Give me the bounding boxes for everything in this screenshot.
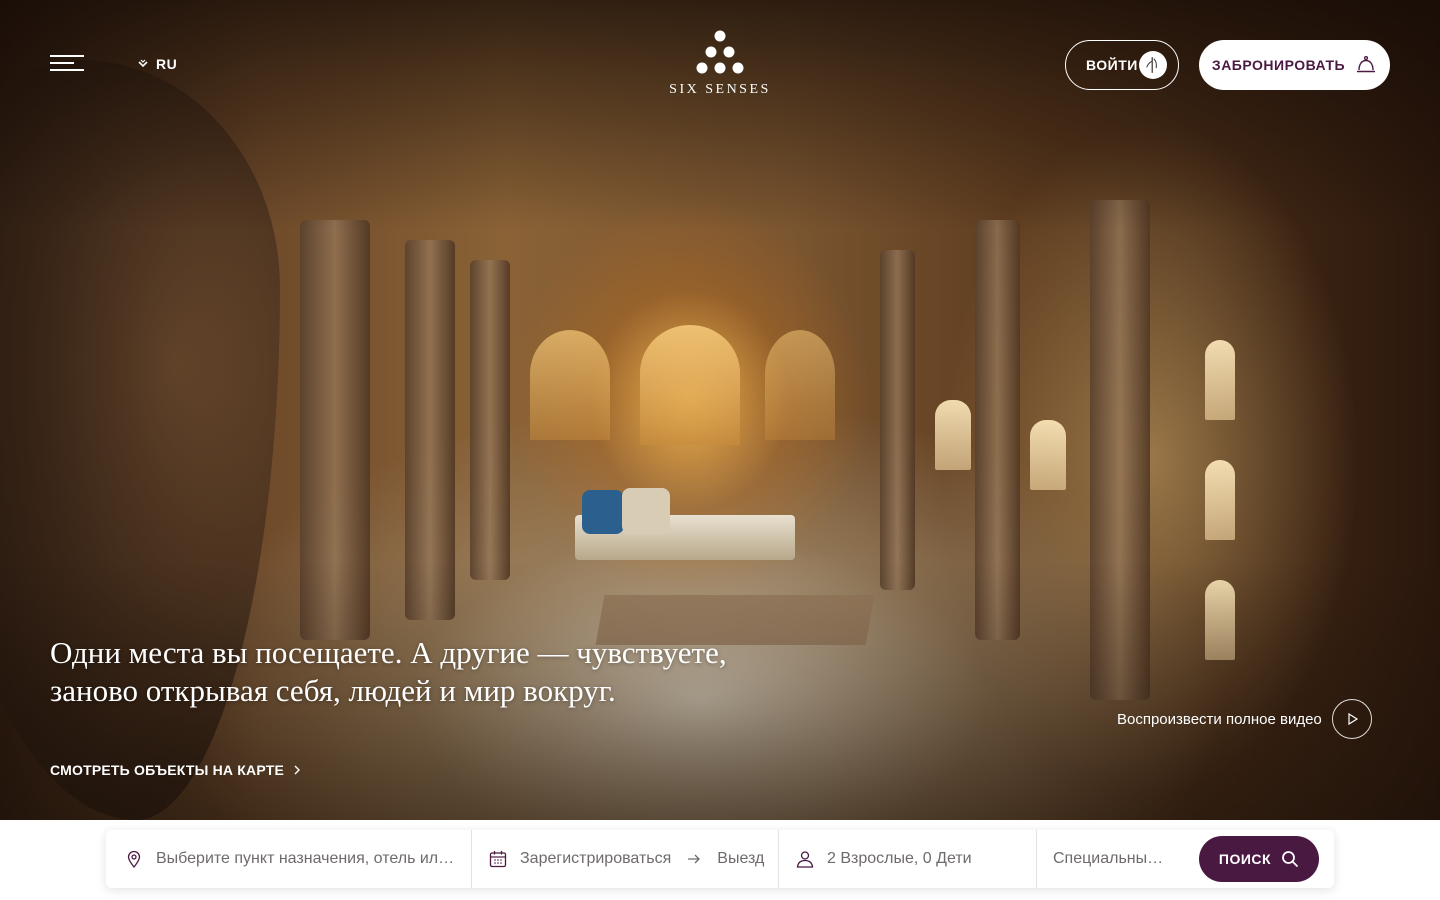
play-video-link[interactable]: Воспроизвести полное видео [1117,699,1372,739]
checkin-label: Зарегистрироваться [520,850,672,867]
special-rates-label: Специальны… [1053,850,1164,867]
hero-window [1205,460,1235,540]
play-button[interactable] [1331,699,1372,739]
hero-arch-light [530,330,610,440]
menu-icon[interactable] [50,52,84,74]
bamboo-icon [1139,51,1167,79]
hero-window [1030,420,1066,490]
search-icon [1282,851,1299,868]
chevron-right-icon [294,765,300,775]
guests-field[interactable]: 2 Взрослые, 0 Дети [779,830,1037,888]
tagline-line: заново открывая себя, людей и мир вокруг… [50,673,616,708]
calendar-icon [489,851,507,868]
dates-field[interactable]: Зарегистрироваться Выезд [472,830,779,888]
login-button[interactable]: ВОЙТИ [1065,40,1179,90]
destination-placeholder: Выберите пункт назначения, отель ил… [156,850,455,867]
hero-pillar [470,260,510,580]
book-button[interactable]: ЗАБРОНИРОВАТЬ [1199,40,1390,90]
play-icon [1348,712,1358,726]
logo-wordmark: SIX SENSES [669,82,771,97]
user-icon [796,851,814,868]
hero-pillar [880,250,915,590]
logo-dots-icon [696,30,744,74]
search-button[interactable]: ПОИСК [1199,836,1319,882]
hero-cushion [622,488,670,534]
guests-label: 2 Взрослые, 0 Дети [827,850,972,867]
login-label: ВОЙТИ [1086,57,1138,73]
map-link[interactable]: СМОТРЕТЬ ОБЪЕКТЫ НА КАРТЕ [50,762,302,778]
tagline-line: Одни места вы посещаете. А другие — чувс… [50,635,727,670]
hero-window [935,400,971,470]
booking-search-bar: Выберите пункт назначения, отель ил… Зар… [106,830,1334,888]
map-link-label: СМОТРЕТЬ ОБЪЕКТЫ НА КАРТЕ [50,762,284,778]
language-label: RU [156,56,178,72]
video-link-label: Воспроизвести полное видео [1117,710,1322,728]
hero-arch-light [640,325,740,445]
hero-tagline: Одни места вы посещаете. А другие — чувс… [50,634,770,710]
hero-window [1205,340,1235,420]
location-pin-icon [127,850,141,869]
hero-cushion [582,490,624,534]
six-senses-logo[interactable]: SIX SENSES [660,28,780,104]
special-rates-field[interactable]: Специальны… [1037,830,1197,888]
search-button-label: ПОИСК [1218,851,1272,867]
checkout-label: Выезд [717,850,765,867]
destination-field[interactable]: Выберите пункт назначения, отель ил… [106,830,472,888]
bell-icon [1357,55,1376,73]
hero-arch-light [765,330,835,440]
chevron-down-icon [138,59,148,68]
arrow-right-icon [688,854,701,864]
language-selector[interactable]: RU [136,56,177,72]
book-label: ЗАБРОНИРОВАТЬ [1211,57,1346,73]
